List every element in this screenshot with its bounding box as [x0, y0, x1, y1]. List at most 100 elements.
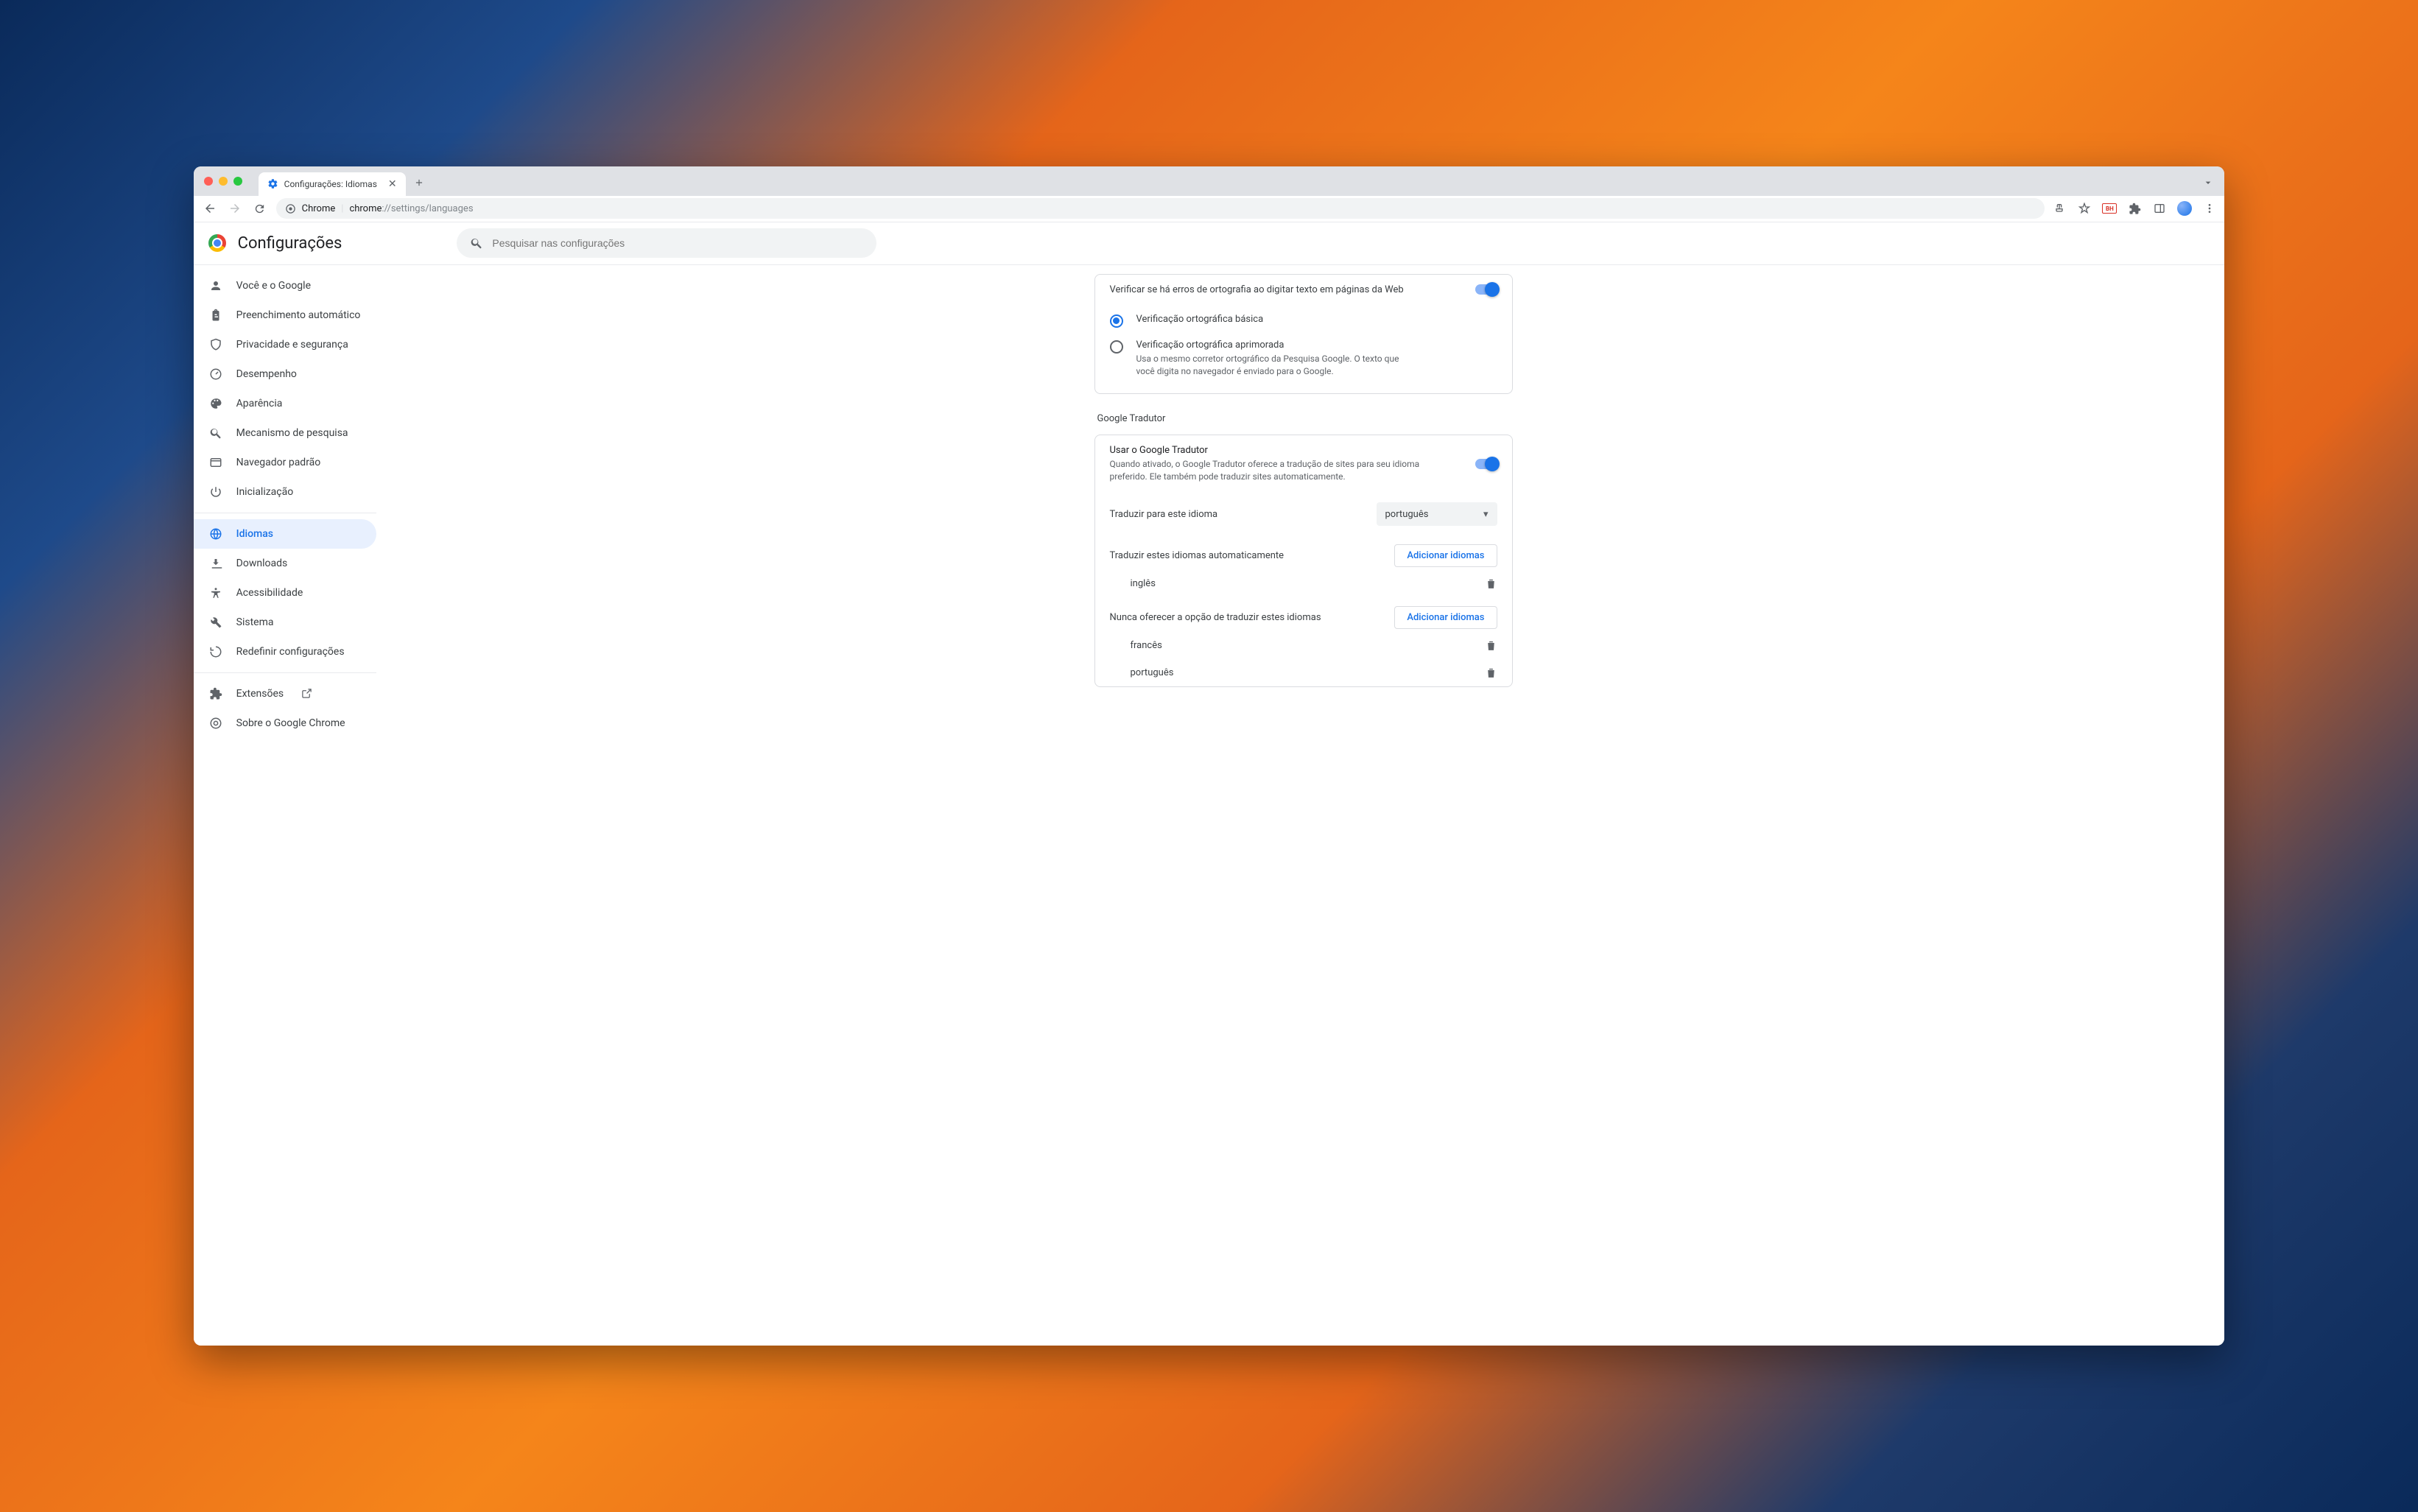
gear-icon — [267, 178, 278, 189]
extensions-button[interactable] — [2127, 201, 2142, 216]
sidebar-item-you-and-google[interactable]: Você e o Google — [194, 271, 376, 300]
target-lang-select[interactable]: português ▾ — [1377, 502, 1497, 526]
reload-icon — [253, 203, 266, 215]
sidebar-label: Você e o Google — [236, 280, 311, 292]
search-input[interactable] — [492, 237, 863, 249]
kebab-icon — [2204, 203, 2215, 214]
close-tab-icon[interactable]: ✕ — [388, 178, 397, 190]
sidebar-item-languages[interactable]: Idiomas — [194, 519, 376, 549]
back-button[interactable] — [201, 200, 219, 217]
power-icon — [208, 485, 223, 499]
close-window-button[interactable] — [204, 177, 213, 186]
sidebar-item-performance[interactable]: Desempenho — [194, 359, 376, 389]
forward-button[interactable] — [226, 200, 244, 217]
sidebar-label: Sistema — [236, 616, 274, 628]
menu-button[interactable] — [2202, 201, 2217, 216]
use-translate-toggle[interactable] — [1475, 459, 1497, 469]
sidebar-item-autofill[interactable]: Preenchimento automático — [194, 300, 376, 330]
spellcheck-title: Verificar se há erros de ortografia ao d… — [1110, 284, 1404, 295]
maximize-window-button[interactable] — [233, 177, 242, 186]
window-controls — [204, 177, 242, 186]
sidebar-label: Mecanismo de pesquisa — [236, 427, 348, 439]
sidebar-item-reset[interactable]: Redefinir configurações — [194, 637, 376, 667]
share-icon — [2053, 203, 2065, 214]
spellcheck-basic-radio[interactable]: Verificação ortográfica básica — [1095, 308, 1512, 334]
radio-checked-icon — [1110, 314, 1123, 328]
target-lang-label: Traduzir para este idioma — [1110, 509, 1218, 520]
translate-card: Usar o Google Tradutor Quando ativado, o… — [1094, 435, 1513, 687]
spellcheck-enhanced-radio[interactable]: Verificação ortográfica aprimorada Usa o… — [1095, 334, 1512, 384]
sidebar-item-about[interactable]: Sobre o Google Chrome — [194, 708, 376, 738]
side-panel-button[interactable] — [2152, 201, 2167, 216]
accessibility-icon — [208, 586, 223, 600]
tab-title: Configurações: Idiomas — [284, 179, 377, 189]
delete-never-lang-button[interactable] — [1485, 639, 1497, 652]
settings-page: Configurações Você e o Google Preenchime… — [194, 222, 2225, 1346]
extension-badge[interactable]: BH — [2102, 201, 2117, 216]
plus-icon — [414, 177, 424, 188]
browser-window: Configurações: Idiomas ✕ Chrome | chrome… — [194, 166, 2225, 1346]
sidebar-item-accessibility[interactable]: Acessibilidade — [194, 578, 376, 608]
spellcheck-toggle[interactable] — [1475, 284, 1497, 295]
sidebar-item-search-engine[interactable]: Mecanismo de pesquisa — [194, 418, 376, 448]
address-bar[interactable]: Chrome | chrome://settings/languages — [276, 198, 2045, 219]
add-never-language-button[interactable]: Adicionar idiomas — [1394, 606, 1497, 629]
new-tab-button[interactable] — [409, 172, 429, 193]
lang-name: inglês — [1131, 578, 1156, 589]
target-lang-row: Traduzir para este idioma português ▾ — [1095, 493, 1512, 535]
sidebar-item-extensions[interactable]: Extensões — [194, 679, 376, 708]
shield-icon — [208, 337, 223, 352]
url-path: ://settings/ — [382, 203, 429, 214]
lang-name: português — [1131, 667, 1174, 678]
sidebar-label: Idiomas — [236, 528, 273, 540]
sidebar-divider — [194, 672, 376, 673]
bookmark-button[interactable] — [2077, 201, 2092, 216]
star-icon — [2078, 203, 2090, 214]
settings-header: Configurações — [194, 222, 2225, 265]
select-value: português — [1385, 509, 1429, 520]
reload-button[interactable] — [251, 200, 269, 217]
sidebar-item-default-browser[interactable]: Navegador padrão — [194, 448, 376, 477]
radio-label: Verificação ortográfica aprimorada — [1136, 340, 1416, 351]
sidebar-item-appearance[interactable]: Aparência — [194, 389, 376, 418]
delete-auto-lang-button[interactable] — [1485, 577, 1497, 590]
chevron-down-icon — [2202, 177, 2214, 189]
trash-icon — [1485, 639, 1497, 652]
url-scheme: chrome — [349, 203, 382, 214]
settings-body: Você e o Google Preenchimento automático… — [194, 265, 2225, 1346]
sidebar-label: Redefinir configurações — [236, 646, 345, 658]
url-page: languages — [429, 203, 474, 214]
spellcheck-card: Verificar se há erros de ortografia ao d… — [1094, 274, 1513, 395]
never-lang-row: português — [1095, 659, 1512, 686]
translate-section-title: Google Tradutor — [1094, 409, 1513, 435]
sidebar-item-privacy[interactable]: Privacidade e segurança — [194, 330, 376, 359]
delete-never-lang-button[interactable] — [1485, 667, 1497, 679]
caret-down-icon: ▾ — [1483, 509, 1489, 520]
settings-search[interactable] — [457, 228, 876, 258]
avatar-icon — [2177, 201, 2192, 216]
toolbar-actions: BH — [2052, 201, 2217, 216]
sidebar-label: Acessibilidade — [236, 587, 303, 599]
radio-unchecked-icon — [1110, 340, 1123, 354]
page-title: Configurações — [238, 234, 342, 253]
profile-button[interactable] — [2177, 201, 2192, 216]
palette-icon — [208, 396, 223, 411]
radio-description: Usa o mesmo corretor ortográfico da Pesq… — [1136, 353, 1416, 378]
sidebar-item-system[interactable]: Sistema — [194, 608, 376, 637]
tab-search-button[interactable] — [2202, 177, 2214, 189]
sidebar-label: Extensões — [236, 688, 284, 700]
sidebar-label: Navegador padrão — [236, 457, 321, 468]
auto-translate-label: Traduzir estes idiomas automaticamente — [1110, 550, 1284, 561]
share-button[interactable] — [2052, 201, 2067, 216]
sidebar-label: Sobre o Google Chrome — [236, 717, 345, 729]
clipboard-icon — [208, 308, 223, 323]
add-auto-language-button[interactable]: Adicionar idiomas — [1394, 544, 1497, 567]
settings-column: Verificar se há erros de ortografia ao d… — [1094, 274, 1513, 1346]
sidebar-item-downloads[interactable]: Downloads — [194, 549, 376, 578]
use-translate-desc: Quando ativado, o Google Tradutor oferec… — [1110, 458, 1449, 483]
sidebar-item-startup[interactable]: Inicialização — [194, 477, 376, 507]
extension-badge-icon: BH — [2102, 203, 2117, 214]
minimize-window-button[interactable] — [219, 177, 228, 186]
browser-tab-active[interactable]: Configurações: Idiomas ✕ — [259, 172, 406, 196]
sidebar-label: Desempenho — [236, 368, 297, 380]
